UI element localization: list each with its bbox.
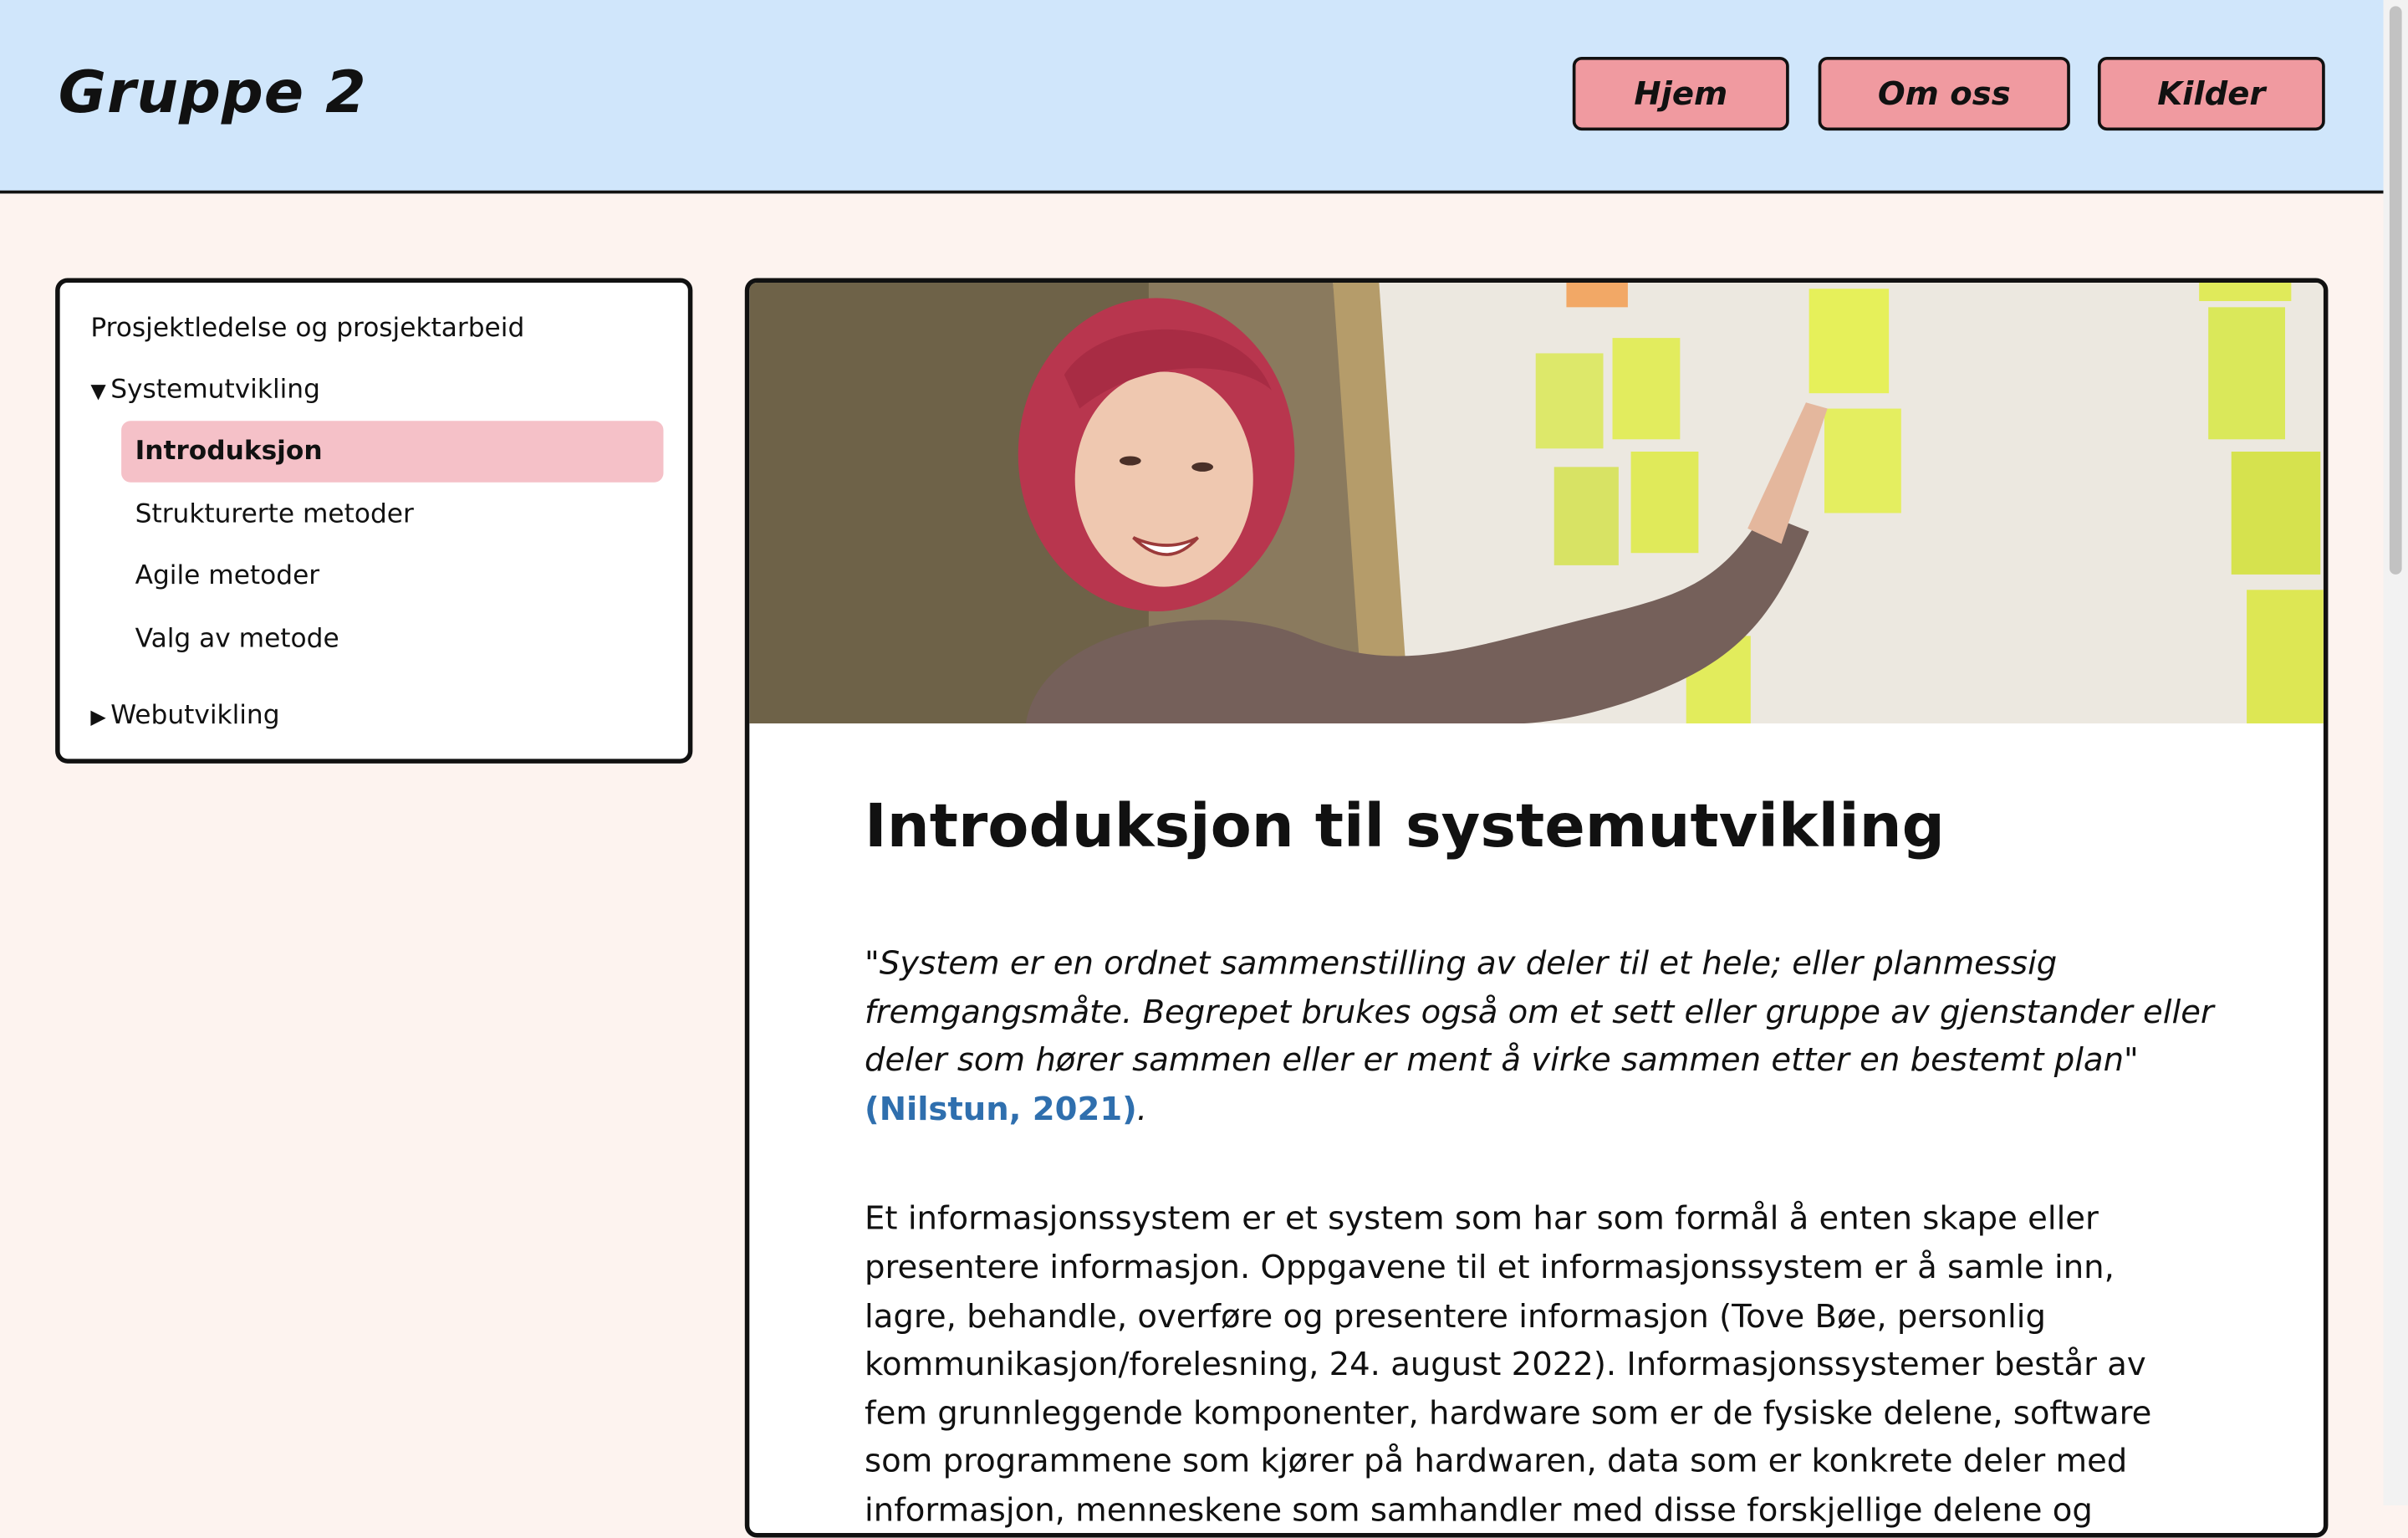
article-title: Introduksjon til systemutvikling <box>865 792 1945 862</box>
sidebar-section-label: Systemutvikling <box>110 375 320 406</box>
sidebar-item-strukturerte-metoder[interactable]: Strukturerte metoder <box>121 484 663 545</box>
sidebar-item-introduksjon[interactable]: Introduksjon <box>121 421 664 483</box>
page: Gruppe 2 Hjem Om oss Kilder Prosjektlede… <box>0 0 2408 1538</box>
sidebar-section-label: Webutvikling <box>110 700 280 732</box>
quote-period: . <box>1136 1090 1148 1127</box>
hero-image <box>749 282 2324 724</box>
nav-button-home[interactable]: Hjem <box>1572 56 1789 131</box>
sidebar-item-agile-metoder[interactable]: Agile metoder <box>121 545 663 606</box>
expanded-triangle-icon: ▼ <box>90 381 106 405</box>
sidebar-link-project-management[interactable]: Prosjektledelse og prosjektarbeid <box>90 314 524 345</box>
sidebar-section-systemutvikling[interactable]: ▼ Systemutvikling <box>90 375 320 406</box>
definition-quote: "System er en ordnet sammenstilling av d… <box>865 940 2216 1134</box>
citation-link[interactable]: (Nilstun, 2021) <box>865 1091 1137 1127</box>
article-card: Introduksjon til systemutvikling "System… <box>744 278 2329 1538</box>
sidebar-item-valg-av-metode[interactable]: Valg av metode <box>121 608 663 669</box>
nav-button-about[interactable]: Om oss <box>1818 56 2070 131</box>
body-paragraph: Et informasjonssystem er et system som h… <box>865 1200 2152 1529</box>
scrollbar-thumb[interactable] <box>2389 6 2402 575</box>
site-brand[interactable]: Gruppe 2 <box>59 59 367 126</box>
quote-text: "System er en ordnet sammenstilling av d… <box>865 944 2214 1079</box>
top-header: Gruppe 2 Hjem Om oss Kilder <box>0 0 2384 194</box>
sidebar-section-webutvikling[interactable]: ▶ Webutvikling <box>90 701 279 732</box>
sidebar-navigation: Prosjektledelse og prosjektarbeid ▼ Syste… <box>55 278 693 764</box>
page-scrollbar[interactable] <box>2383 0 2408 1505</box>
nav-button-sources[interactable]: Kilder <box>2097 56 2325 131</box>
article-content: Introduksjon til systemutvikling "System… <box>865 789 2216 1533</box>
hero-photo-illustration <box>749 282 2324 724</box>
collapsed-triangle-icon: ▶ <box>90 706 106 730</box>
